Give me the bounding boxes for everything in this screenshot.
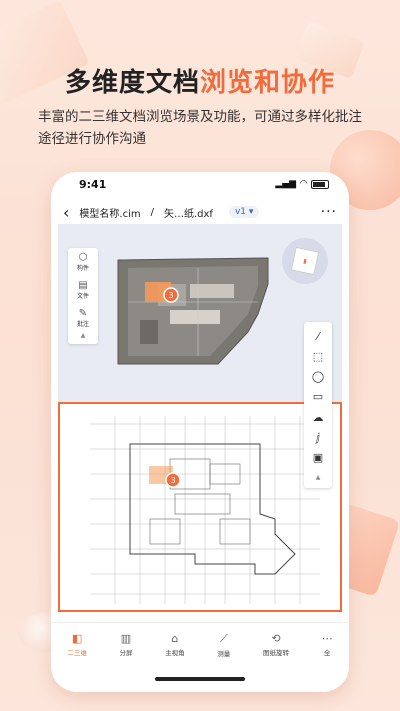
rotate-icon: ⟲ bbox=[271, 632, 281, 645]
more-icon: ⋯ bbox=[321, 632, 333, 645]
signal-icon: ▂▄▆ bbox=[275, 179, 297, 189]
drawing-2d-view[interactable]: 3 bbox=[58, 402, 342, 612]
side-panel-label: 构件 bbox=[76, 265, 89, 272]
breadcrumb-model[interactable]: 模型名称.cim bbox=[79, 205, 140, 220]
floor-plan-drawing: 3 bbox=[90, 416, 320, 604]
2d3d-icon: ◧ bbox=[71, 632, 83, 645]
text-tool-icon[interactable]: ⅉ bbox=[316, 427, 320, 447]
stamp-tool-icon[interactable]: ▣ bbox=[313, 448, 323, 468]
side-panel-annotations[interactable]: ✎ 批注 bbox=[68, 304, 98, 332]
chevron-left-icon[interactable]: ‹ bbox=[63, 203, 69, 222]
collapse-icon[interactable]: ▲ bbox=[316, 468, 321, 488]
measure-icon: ⟋ bbox=[219, 631, 228, 645]
split-icon: ▥ bbox=[120, 632, 132, 645]
annotation-toolbar: ⁄ ⬚ ◯ ▭ ☁ ⅉ ▣ ▲ bbox=[304, 322, 332, 488]
file-icon: ▤ bbox=[78, 280, 88, 291]
view-cube[interactable]: ▮ bbox=[282, 238, 328, 284]
collapse-icon[interactable]: ▲ bbox=[68, 332, 98, 339]
cloud-tool-icon[interactable]: ☁ bbox=[313, 407, 324, 427]
tab-label: 全 bbox=[323, 649, 331, 657]
bottom-toolbar: ◧ 二三维 ▥ 分屏 ⌂ 主视角 ⟋ 测量 ⟲ 图纸旋转 ⋯ 全 bbox=[51, 622, 349, 666]
tab-more[interactable]: ⋯ 全 bbox=[322, 632, 333, 657]
breadcrumb-separator: / bbox=[150, 206, 154, 218]
tab-split[interactable]: ▥ 分屏 bbox=[119, 632, 132, 657]
home-view-icon: ⌂ bbox=[171, 632, 179, 645]
tab-label: 二三维 bbox=[67, 649, 87, 657]
side-panel-label: 批注 bbox=[76, 321, 89, 328]
version-select[interactable]: v1 ▾ bbox=[228, 206, 260, 218]
tab-label: 图纸旋转 bbox=[262, 649, 289, 657]
phone-mockup: 9:41 ▂▄▆ ◠ ‹ 模型名称.cim / 矢…纸.dxf v1 ▾ ···… bbox=[51, 172, 349, 692]
tab-label: 主视角 bbox=[165, 649, 185, 657]
ellipse-tool-icon[interactable]: ◯ bbox=[312, 367, 324, 387]
tab-label: 测量 bbox=[217, 649, 231, 658]
headline-dark: 多维度文档 bbox=[64, 68, 200, 98]
tab-home-view[interactable]: ⌂ 主视角 bbox=[165, 632, 185, 657]
side-panel: ⬡ 构件 ▤ 文件 ✎ 批注 ▲ bbox=[68, 248, 98, 344]
more-icon[interactable]: ··· bbox=[321, 204, 337, 220]
tab-measure[interactable]: ⟋ 测量 bbox=[217, 632, 230, 658]
side-panel-label: 文件 bbox=[76, 293, 89, 300]
status-time: 9:41 bbox=[79, 177, 107, 191]
marker-number: 3 bbox=[170, 476, 175, 485]
tab-2d3d[interactable]: ◧ 二三维 bbox=[67, 632, 87, 657]
status-bar: 9:41 ▂▄▆ ◠ bbox=[51, 172, 349, 196]
subline: 丰富的二三维文档浏览场景及功能，可通过多样化批注途径进行协作沟通 bbox=[38, 109, 362, 147]
rect-dashed-tool-icon[interactable]: ⬚ bbox=[313, 346, 323, 366]
headline-orange: 浏览和协作 bbox=[200, 68, 336, 98]
line-tool-icon[interactable]: ⁄ bbox=[317, 326, 319, 346]
wifi-icon: ◠ bbox=[300, 179, 307, 189]
model-3d-view[interactable]: 3 ⬡ 构件 ▤ 文件 ✎ 批注 ▲ ▮ bbox=[58, 224, 342, 402]
headline: 多维度文档浏览和协作 bbox=[0, 62, 400, 99]
status-icons: ▂▄▆ ◠ bbox=[275, 179, 329, 189]
tab-label: 分屏 bbox=[119, 649, 133, 657]
side-panel-components[interactable]: ⬡ 构件 bbox=[68, 248, 98, 276]
tab-rotate[interactable]: ⟲ 图纸旋转 bbox=[263, 632, 289, 657]
home-indicator bbox=[155, 677, 245, 681]
view-cube-face: ▮ bbox=[290, 246, 320, 276]
annotate-icon: ✎ bbox=[78, 308, 88, 319]
side-panel-files[interactable]: ▤ 文件 bbox=[68, 276, 98, 304]
marker-number: 3 bbox=[168, 291, 173, 300]
cube-icon: ⬡ bbox=[78, 252, 88, 263]
rect-tool-icon[interactable]: ▭ bbox=[313, 387, 323, 407]
battery-icon bbox=[311, 179, 329, 189]
breadcrumb-file[interactable]: 矢…纸.dxf bbox=[164, 205, 213, 220]
